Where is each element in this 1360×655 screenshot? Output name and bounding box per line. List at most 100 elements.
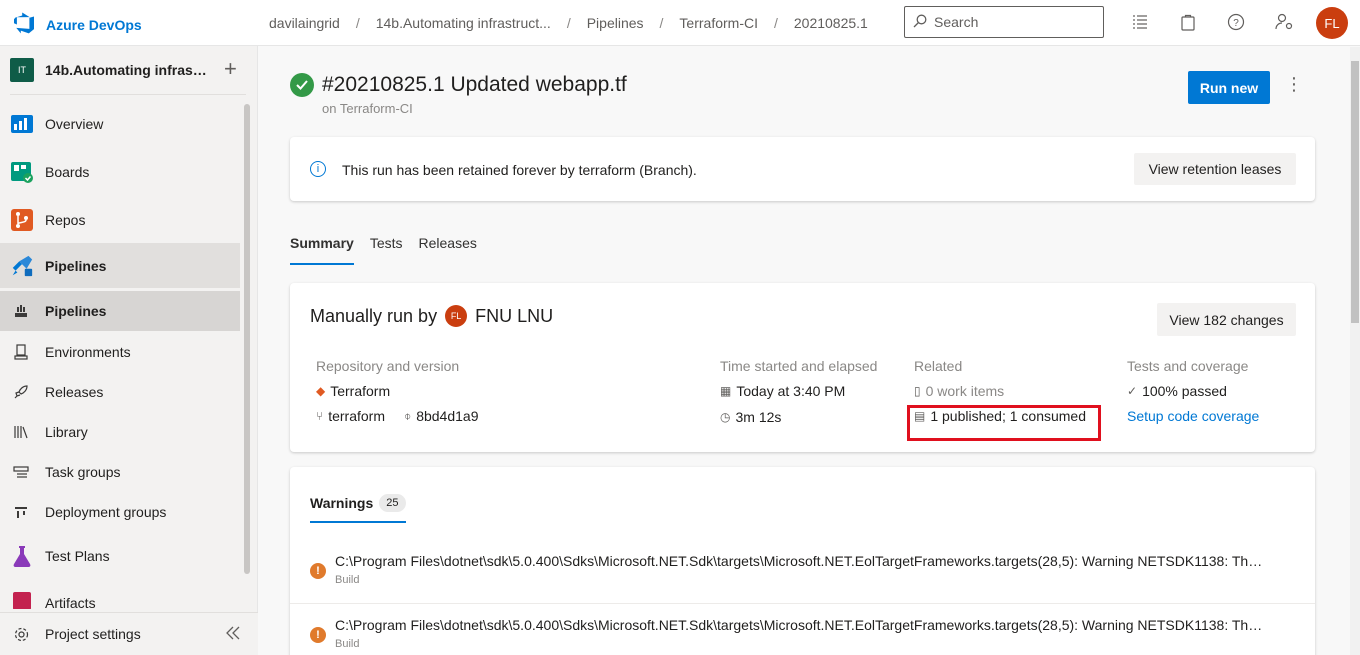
brand[interactable]: Azure DevOps <box>12 11 142 38</box>
work-items: ▯ 0 work items <box>914 383 1004 399</box>
warnings-label: Warnings <box>310 495 374 511</box>
azure-devops-logo-icon <box>12 11 36 38</box>
sidebar-item-label: Task groups <box>45 464 121 480</box>
search-placeholder: Search <box>934 14 979 30</box>
warning-message: C:\Program Files\dotnet\sdk\5.0.400\Sdks… <box>335 553 1265 569</box>
deployment-groups-icon <box>13 504 29 520</box>
sidebar-item-label: Pipelines <box>45 257 107 274</box>
breadcrumb-separator: / <box>659 15 664 31</box>
user-avatar[interactable]: FL <box>1316 7 1348 39</box>
sidebar-item-test-plans[interactable]: Test Plans <box>0 536 240 576</box>
run-new-button[interactable]: Run new <box>1188 71 1270 104</box>
sidebar-item-releases[interactable]: Releases <box>0 372 240 412</box>
retention-banner: i This run has been retained forever by … <box>290 137 1315 201</box>
marketplace-bag-icon[interactable] <box>1179 13 1199 33</box>
manual-run-info: Manually run by FL FNU LNU <box>310 305 553 327</box>
warnings-card: Warnings 25 ! C:\Program Files\dotnet\sd… <box>290 467 1315 655</box>
warnings-count-badge: 25 <box>379 494 406 512</box>
sidebar-scrollbar[interactable] <box>244 104 250 574</box>
repository-link[interactable]: ◆ Terraform <box>316 383 390 399</box>
overview-icon <box>10 112 34 136</box>
sidebar-item-label: Repos <box>45 212 86 228</box>
pipelines-icon <box>10 254 34 278</box>
help-icon[interactable]: ? <box>1227 13 1247 33</box>
user-name[interactable]: FNU LNU <box>475 306 553 327</box>
branch-icon: ⑂ <box>316 409 324 423</box>
clipboard-icon: ▯ <box>914 384 921 398</box>
breadcrumb: davilaingrid / 14b.Automating infrastruc… <box>269 15 868 31</box>
view-changes-button[interactable]: View 182 changes <box>1157 303 1296 336</box>
tab-warnings[interactable]: Warnings 25 <box>310 494 406 523</box>
sidebar-item-label: Releases <box>45 384 104 400</box>
breadcrumb-separator: / <box>566 15 571 31</box>
sidebar-item-label: Library <box>45 424 88 440</box>
sidebar-item-boards[interactable]: Boards <box>0 152 240 192</box>
tab-releases[interactable]: Releases <box>419 235 477 265</box>
commit-id: 8bd4d1a9 <box>416 408 479 424</box>
tab-summary[interactable]: Summary <box>290 235 354 265</box>
work-items-value: 0 work items <box>925 383 1005 399</box>
info-icon: i <box>310 161 326 177</box>
branch-link[interactable]: ⑂ terraform <box>316 408 385 424</box>
page-title: #20210825.1 Updated webapp.tf <box>322 73 627 96</box>
project-settings-label: Project settings <box>45 626 141 642</box>
warning-stage: Build <box>335 638 360 650</box>
sidebar: IT 14b.Automating infrastructure + Overv… <box>0 46 258 655</box>
warning-icon: ! <box>310 563 326 579</box>
collapse-sidebar-icon[interactable] <box>224 625 242 646</box>
more-actions-icon[interactable]: ⋮ <box>1285 75 1303 93</box>
calendar-icon: ▦ <box>720 384 732 398</box>
artifacts-icon <box>10 589 34 609</box>
repos-icon <box>10 208 34 232</box>
sidebar-item-library[interactable]: Library <box>0 412 240 452</box>
sidebar-item-label: Environments <box>45 344 131 360</box>
setup-coverage-link[interactable]: Setup code coverage <box>1127 408 1259 424</box>
elapsed-time: ◷ 3m 12s <box>720 409 781 425</box>
project-settings[interactable]: Project settings <box>0 612 258 655</box>
check-circle-icon: ✓ <box>1127 384 1138 398</box>
retention-message: This run has been retained forever by te… <box>342 162 697 178</box>
branch-name: terraform <box>328 408 385 424</box>
breadcrumb-pipelines[interactable]: Pipelines <box>587 15 644 31</box>
related-header: Related <box>914 358 963 374</box>
git-repo-icon: ◆ <box>316 384 326 398</box>
breadcrumb-org[interactable]: davilaingrid <box>269 15 340 31</box>
run-pipeline-name[interactable]: on Terraform-CI <box>322 101 413 116</box>
sidebar-item-deployment-groups[interactable]: Deployment groups <box>0 492 240 532</box>
gear-icon <box>13 626 30 646</box>
breadcrumb-project[interactable]: 14b.Automating infrastruct... <box>376 15 551 31</box>
run-header: #20210825.1 Updated webapp.tf <box>290 73 627 97</box>
sidebar-item-task-groups[interactable]: Task groups <box>0 452 240 492</box>
breadcrumb-run[interactable]: 20210825.1 <box>794 15 868 31</box>
sidebar-item-pipelines[interactable]: Pipelines <box>0 243 240 288</box>
list-item[interactable]: ! C:\Program Files\dotnet\sdk\5.0.400\Sd… <box>290 603 1315 655</box>
search-icon <box>913 14 927 31</box>
sidebar-item-environments[interactable]: Environments <box>0 332 240 372</box>
breadcrumb-pipeline[interactable]: Terraform-CI <box>679 15 758 31</box>
warning-icon: ! <box>310 627 326 643</box>
view-retention-leases-button[interactable]: View retention leases <box>1134 153 1296 185</box>
run-tabs: Summary Tests Releases <box>290 235 493 265</box>
task-list-icon[interactable] <box>1131 13 1151 33</box>
sidebar-item-pipelines-sub[interactable]: Pipelines <box>0 291 240 331</box>
success-check-icon <box>290 73 314 97</box>
project-header[interactable]: IT 14b.Automating infrastructure <box>0 46 258 94</box>
tests-passed[interactable]: ✓ 100% passed <box>1127 383 1227 399</box>
scrollbar-thumb[interactable] <box>1351 61 1359 323</box>
list-item[interactable]: ! C:\Program Files\dotnet\sdk\5.0.400\Sd… <box>290 539 1315 603</box>
sidebar-item-repos[interactable]: Repos <box>0 200 240 240</box>
repository-header: Repository and version <box>316 358 460 374</box>
add-icon[interactable]: + <box>224 58 237 80</box>
commit-link[interactable]: ⌽ 8bd4d1a9 <box>404 408 479 424</box>
project-name: 14b.Automating infrastructure <box>45 62 210 78</box>
sidebar-item-overview[interactable]: Overview <box>0 104 240 144</box>
tab-tests[interactable]: Tests <box>370 235 403 265</box>
sidebar-item-label: Boards <box>45 164 90 180</box>
user-settings-icon[interactable] <box>1275 13 1295 33</box>
breadcrumb-separator: / <box>355 15 360 31</box>
breadcrumb-separator: / <box>773 15 778 31</box>
sidebar-item-artifacts[interactable]: Artifacts <box>0 579 240 609</box>
sidebar-item-label: Overview <box>45 116 104 132</box>
search-input[interactable]: Search <box>904 6 1104 38</box>
main-scrollbar[interactable] <box>1350 47 1360 655</box>
